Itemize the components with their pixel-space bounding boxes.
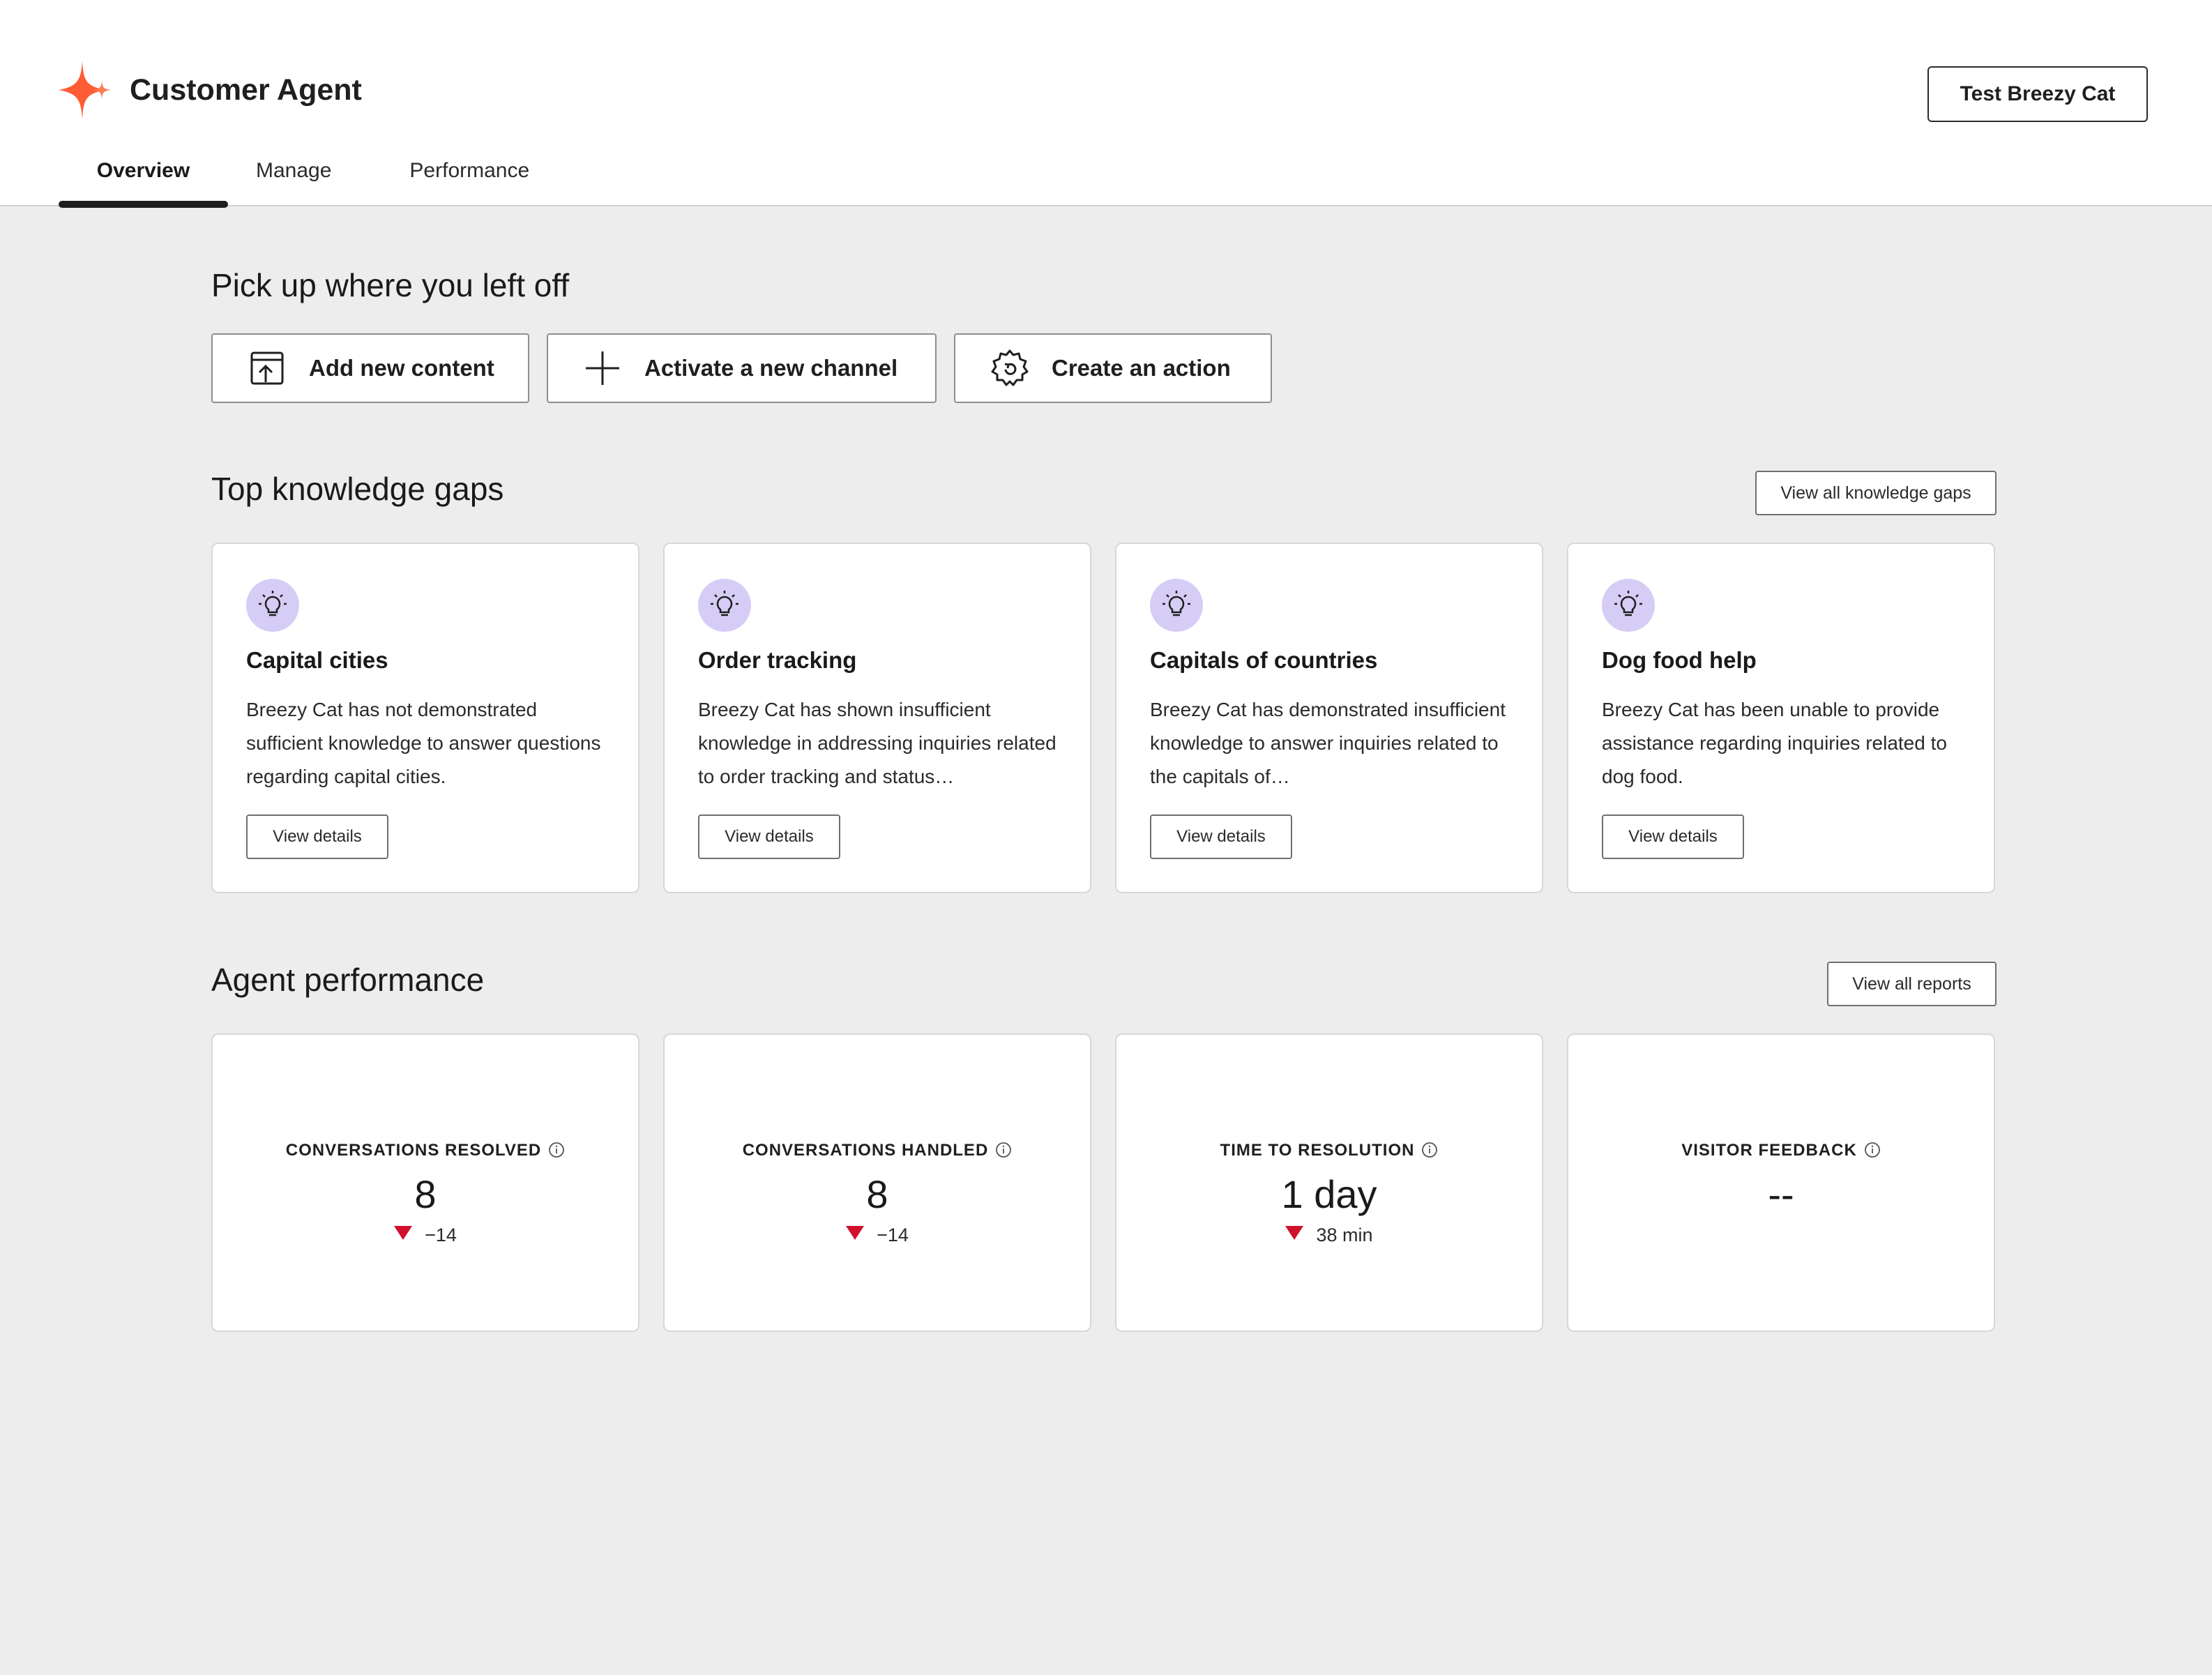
lightbulb-icon xyxy=(698,579,751,632)
tab-overview[interactable]: Overview xyxy=(59,138,228,208)
agent-performance-section-title: Agent performance xyxy=(211,962,485,998)
create-action-button[interactable]: Create an action xyxy=(954,333,1272,403)
tab-manage[interactable]: Manage xyxy=(256,138,331,205)
metric-card: TIME TO RESOLUTION 1 day 38 min xyxy=(1115,1033,1543,1332)
lightbulb-icon xyxy=(1150,579,1203,632)
metric-card: VISITOR FEEDBACK -- xyxy=(1567,1033,1995,1332)
metric-card: CONVERSATIONS RESOLVED 8 −14 xyxy=(211,1033,639,1332)
button-label: Add new content xyxy=(309,355,494,381)
gap-title: Order tracking xyxy=(698,647,857,673)
info-icon[interactable] xyxy=(1421,1142,1438,1158)
metric-label-row: TIME TO RESOLUTION xyxy=(1116,1141,1542,1160)
metric-value: -- xyxy=(1768,1172,1794,1216)
info-icon[interactable] xyxy=(1864,1142,1881,1158)
metric-label: TIME TO RESOLUTION xyxy=(1220,1141,1415,1160)
gap-description: Breezy Cat has been unable to provide as… xyxy=(1602,699,1947,787)
metric-card: CONVERSATIONS HANDLED 8 −14 xyxy=(663,1033,1091,1332)
metric-label-row: CONVERSATIONS HANDLED xyxy=(665,1141,1090,1160)
gear-icon xyxy=(991,349,1029,386)
metric-change: −14 xyxy=(877,1225,909,1245)
knowledge-gap-card: Dog food help Breezy Cat has been unable… xyxy=(1567,543,1995,893)
down-trend-icon xyxy=(1285,1226,1304,1240)
plus-icon xyxy=(586,351,619,385)
knowledge-gap-card: Order tracking Breezy Cat has shown insu… xyxy=(663,543,1091,893)
gap-title: Dog food help xyxy=(1602,647,1757,673)
view-all-knowledge-gaps-button[interactable]: View all knowledge gaps xyxy=(1755,471,1997,515)
tab-bar: Overview Manage Performance xyxy=(59,138,529,208)
view-details-button[interactable]: View details xyxy=(1602,814,1744,859)
metric-value: 8 xyxy=(414,1172,437,1216)
info-icon[interactable] xyxy=(995,1142,1012,1158)
gap-description: Breezy Cat has demonstrated insufficient… xyxy=(1150,699,1506,787)
view-details-button[interactable]: View details xyxy=(698,814,840,859)
tab-performance[interactable]: Performance xyxy=(409,138,529,205)
gap-title: Capital cities xyxy=(246,647,388,673)
info-icon[interactable] xyxy=(548,1142,565,1158)
knowledge-gaps-section-title: Top knowledge gaps xyxy=(211,471,504,507)
app-title: Customer Agent xyxy=(130,73,362,107)
upload-content-icon xyxy=(250,351,284,385)
active-tab-indicator xyxy=(59,201,228,208)
metric-change: 38 min xyxy=(1316,1225,1373,1245)
metric-change: −14 xyxy=(425,1225,457,1245)
down-trend-icon xyxy=(846,1226,865,1240)
metric-label: CONVERSATIONS HANDLED xyxy=(742,1141,989,1160)
gap-description: Breezy Cat has shown insufficient knowle… xyxy=(698,699,1056,787)
tab-label: Performance xyxy=(409,159,530,182)
knowledge-gap-card: Capital cities Breezy Cat has not demons… xyxy=(211,543,639,893)
gap-title: Capitals of countries xyxy=(1150,647,1378,673)
knowledge-gap-card: Capitals of countries Breezy Cat has dem… xyxy=(1115,543,1543,893)
metric-label-row: VISITOR FEEDBACK xyxy=(1568,1141,1994,1160)
metric-label-row: CONVERSATIONS RESOLVED xyxy=(213,1141,638,1160)
lightbulb-icon xyxy=(246,579,299,632)
metric-change-row: −14 xyxy=(213,1225,638,1246)
app-header: Customer Agent Test Breezy Cat Overview … xyxy=(0,0,2212,208)
metric-label: VISITOR FEEDBACK xyxy=(1681,1141,1857,1160)
down-trend-icon xyxy=(394,1226,413,1240)
lightbulb-icon xyxy=(1602,579,1655,632)
view-details-button[interactable]: View details xyxy=(246,814,388,859)
view-all-reports-button[interactable]: View all reports xyxy=(1827,962,1997,1006)
metric-value: 1 day xyxy=(1281,1172,1377,1216)
pickup-section-title: Pick up where you left off xyxy=(211,267,570,303)
metric-label: CONVERSATIONS RESOLVED xyxy=(285,1141,542,1160)
metric-value: 8 xyxy=(866,1172,888,1216)
activate-channel-button[interactable]: Activate a new channel xyxy=(547,333,937,403)
tab-label: Manage xyxy=(256,159,332,182)
add-new-content-button[interactable]: Add new content xyxy=(211,333,529,403)
metric-change-row: −14 xyxy=(665,1225,1090,1246)
metric-change-row: 38 min xyxy=(1116,1225,1542,1246)
tab-label: Overview xyxy=(96,159,190,182)
button-label: Activate a new channel xyxy=(644,355,898,381)
button-label: Create an action xyxy=(1052,355,1231,381)
test-agent-button[interactable]: Test Breezy Cat xyxy=(1927,66,2148,122)
view-details-button[interactable]: View details xyxy=(1150,814,1292,859)
brand: Customer Agent xyxy=(57,60,362,120)
sparkle-logo-icon xyxy=(59,61,112,119)
gap-description: Breezy Cat has not demonstrated sufficie… xyxy=(246,699,601,787)
